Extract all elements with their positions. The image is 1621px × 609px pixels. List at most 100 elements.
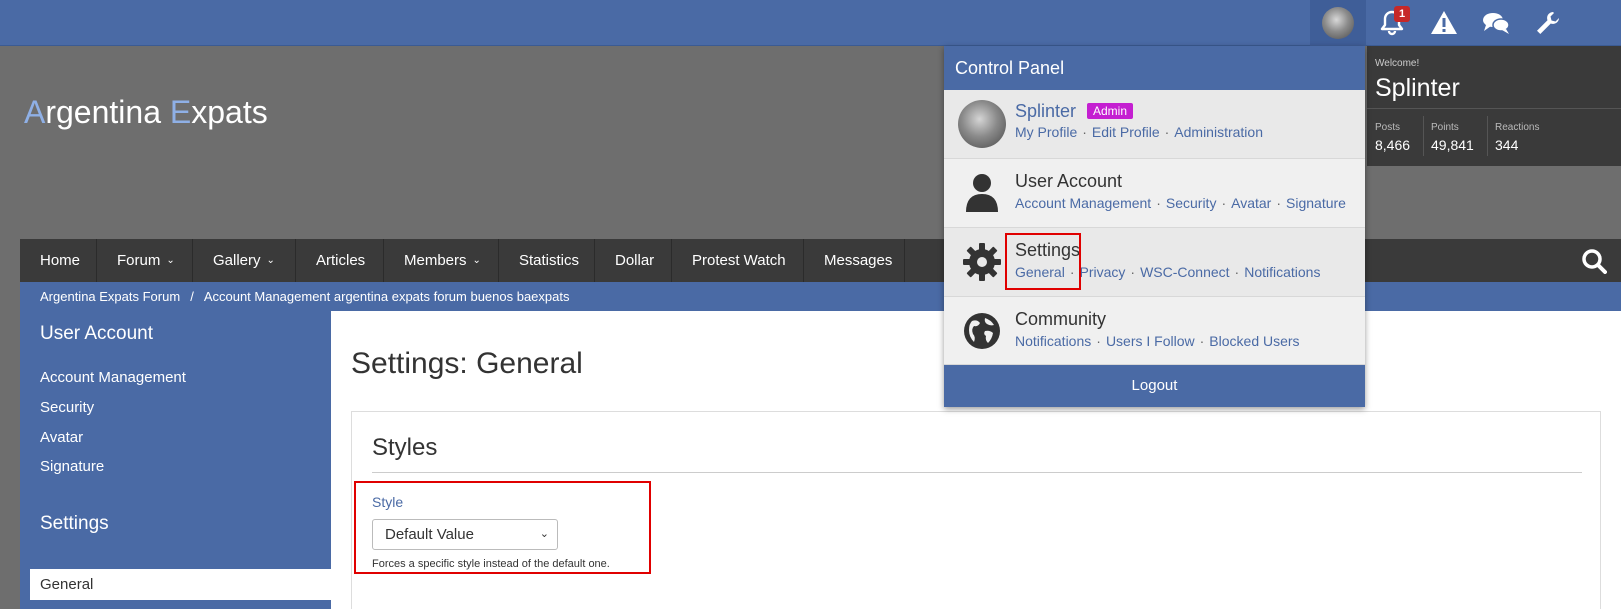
- nav-dollar[interactable]: Dollar: [595, 239, 672, 282]
- cp-user-avatar[interactable]: [958, 100, 1006, 148]
- link-separator: ·: [1096, 333, 1101, 349]
- top-bar: 1: [0, 0, 1621, 46]
- breadcrumb-separator: /: [190, 289, 194, 304]
- chevron-down-icon: ⌄: [166, 255, 175, 266]
- sidebar-item-security[interactable]: Security: [40, 399, 94, 416]
- logo-initial-e: E: [169, 94, 192, 130]
- nav-label: Articles: [316, 252, 366, 269]
- stat-reactions[interactable]: Reactions 344: [1495, 122, 1539, 153]
- cp-user-account-row: User Account Account Management · Security…: [944, 159, 1365, 228]
- nav-members[interactable]: Members ⌄: [384, 239, 499, 282]
- sidebar-heading-user-account: User Account: [40, 323, 153, 344]
- sidebar-heading-settings: Settings: [40, 513, 109, 534]
- administration-link[interactable]: Administration: [1174, 124, 1263, 140]
- nav-forum[interactable]: Forum ⌄: [97, 239, 193, 282]
- blocked-users-link[interactable]: Blocked Users: [1209, 333, 1299, 349]
- welcome-text: Welcome!: [1375, 58, 1420, 69]
- cp-user-row: Splinter Admin My Profile · Edit Profile · A…: [944, 90, 1365, 159]
- cp-username-link[interactable]: Splinter: [1015, 101, 1076, 122]
- link-separator: ·: [1199, 333, 1205, 349]
- user-menu-avatar-button[interactable]: [1310, 0, 1366, 46]
- main-navigation: Home Forum ⌄ Gallery ⌄ Articles Members ⌄ S…: [20, 239, 1621, 282]
- globe-icon: [958, 307, 1006, 355]
- conversations-button[interactable]: [1470, 0, 1522, 46]
- avatar: [958, 100, 1006, 148]
- section-divider: [372, 472, 1582, 473]
- admin-badge: Admin: [1087, 103, 1134, 119]
- link-separator: ·: [1130, 264, 1136, 280]
- sidebar: User Account Account Management Security…: [20, 311, 331, 609]
- notifications-button[interactable]: 1: [1366, 0, 1418, 46]
- stats-divider: [1367, 108, 1621, 109]
- logout-button[interactable]: Logout: [944, 365, 1365, 407]
- notification-count-badge: 1: [1394, 6, 1411, 22]
- nav-label: Messages: [824, 252, 893, 269]
- community-notifications-link[interactable]: Notifications: [1015, 333, 1091, 349]
- security-link[interactable]: Security: [1166, 195, 1217, 211]
- logo-word-expats: xpats: [191, 94, 268, 130]
- username[interactable]: Splinter: [1375, 74, 1460, 103]
- acp-button[interactable]: [1522, 0, 1574, 46]
- cp-user-account-title: User Account: [1015, 171, 1123, 191]
- search-icon[interactable]: [1581, 248, 1607, 274]
- chat-icon: [1483, 13, 1510, 34]
- cp-settings-row: Settings General · Privacy · WSC-Connect · Not…: [944, 228, 1365, 297]
- users-i-follow-link[interactable]: Users I Follow: [1106, 333, 1195, 349]
- avatar: [1322, 7, 1354, 39]
- nav-messages[interactable]: Messages: [804, 239, 905, 282]
- sidebar-item-signature[interactable]: Signature: [40, 458, 104, 475]
- site-logo[interactable]: Argentina Expats: [24, 94, 268, 131]
- moderation-button[interactable]: [1418, 0, 1470, 46]
- nav-protest-watch[interactable]: Protest Watch: [672, 239, 804, 282]
- nav-label: Home: [40, 252, 81, 269]
- highlight-box-style-field: [354, 481, 651, 574]
- nav-gallery[interactable]: Gallery ⌄: [193, 239, 296, 282]
- nav-statistics[interactable]: Statistics: [499, 239, 595, 282]
- chevron-down-icon: ⌄: [266, 255, 275, 266]
- link-separator: ·: [1082, 124, 1087, 140]
- account-management-link[interactable]: Account Management: [1015, 195, 1151, 211]
- stat-points[interactable]: Points 49,841: [1431, 122, 1474, 153]
- stat-posts[interactable]: Posts 8,466: [1375, 122, 1410, 153]
- stat-divider: [1423, 116, 1424, 156]
- user-info-panel: Welcome! Splinter Posts 8,466 Points 49,…: [1367, 46, 1621, 166]
- stat-label: Posts: [1375, 122, 1401, 133]
- stat-label: Points: [1431, 122, 1459, 133]
- link-separator: ·: [1156, 195, 1161, 211]
- control-panel-dropdown: Control Panel Splinter Admin My Profile ·…: [944, 46, 1365, 407]
- wrench-icon: [1537, 12, 1559, 34]
- logo-word-argentina: rgentina: [45, 94, 170, 130]
- gear-icon: [958, 238, 1006, 286]
- styles-section: Styles Style Default Value ⌄ Forces a sp…: [351, 411, 1601, 609]
- stat-label: Reactions: [1495, 122, 1540, 133]
- my-profile-link[interactable]: My Profile: [1015, 124, 1077, 140]
- stat-value: 8,466: [1375, 137, 1411, 153]
- warning-icon: [1431, 11, 1457, 34]
- page-title: Settings: General: [351, 347, 583, 380]
- sidebar-item-account-management[interactable]: Account Management: [40, 369, 186, 386]
- edit-profile-link[interactable]: Edit Profile: [1092, 124, 1160, 140]
- breadcrumb-link-account-management[interactable]: Account Management argentina expats foru…: [204, 289, 570, 304]
- avatar-link[interactable]: Avatar: [1231, 195, 1271, 211]
- breadcrumb: Argentina Expats Forum / Account Managem…: [20, 282, 1621, 311]
- section-title: Styles: [372, 434, 438, 461]
- signature-link[interactable]: Signature: [1286, 195, 1346, 211]
- user-icon: [958, 169, 1006, 217]
- cp-community-row: Community Notifications · Users I Follow · B…: [944, 297, 1365, 365]
- sidebar-item-general[interactable]: General: [30, 569, 331, 600]
- link-separator: ·: [1234, 264, 1240, 280]
- link-separator: ·: [1221, 195, 1227, 211]
- notifications-settings-link[interactable]: Notifications: [1244, 264, 1320, 280]
- nav-label: Statistics: [519, 252, 580, 269]
- cp-community-links: Notifications · Users I Follow · Blocked Use…: [1015, 333, 1300, 349]
- nav-label: Gallery: [213, 252, 261, 269]
- cp-user-account-links: Account Management · Security · Avatar · Signa…: [1015, 195, 1346, 211]
- sidebar-item-avatar[interactable]: Avatar: [40, 429, 83, 446]
- nav-articles[interactable]: Articles: [296, 239, 384, 282]
- nav-home[interactable]: Home: [20, 239, 97, 282]
- highlight-box-settings-general: [1005, 233, 1081, 290]
- privacy-link[interactable]: Privacy: [1079, 264, 1125, 280]
- breadcrumb-link-forum[interactable]: Argentina Expats Forum: [40, 289, 180, 304]
- control-panel-title: Control Panel: [944, 46, 1365, 90]
- wsc-connect-link[interactable]: WSC-Connect: [1140, 264, 1229, 280]
